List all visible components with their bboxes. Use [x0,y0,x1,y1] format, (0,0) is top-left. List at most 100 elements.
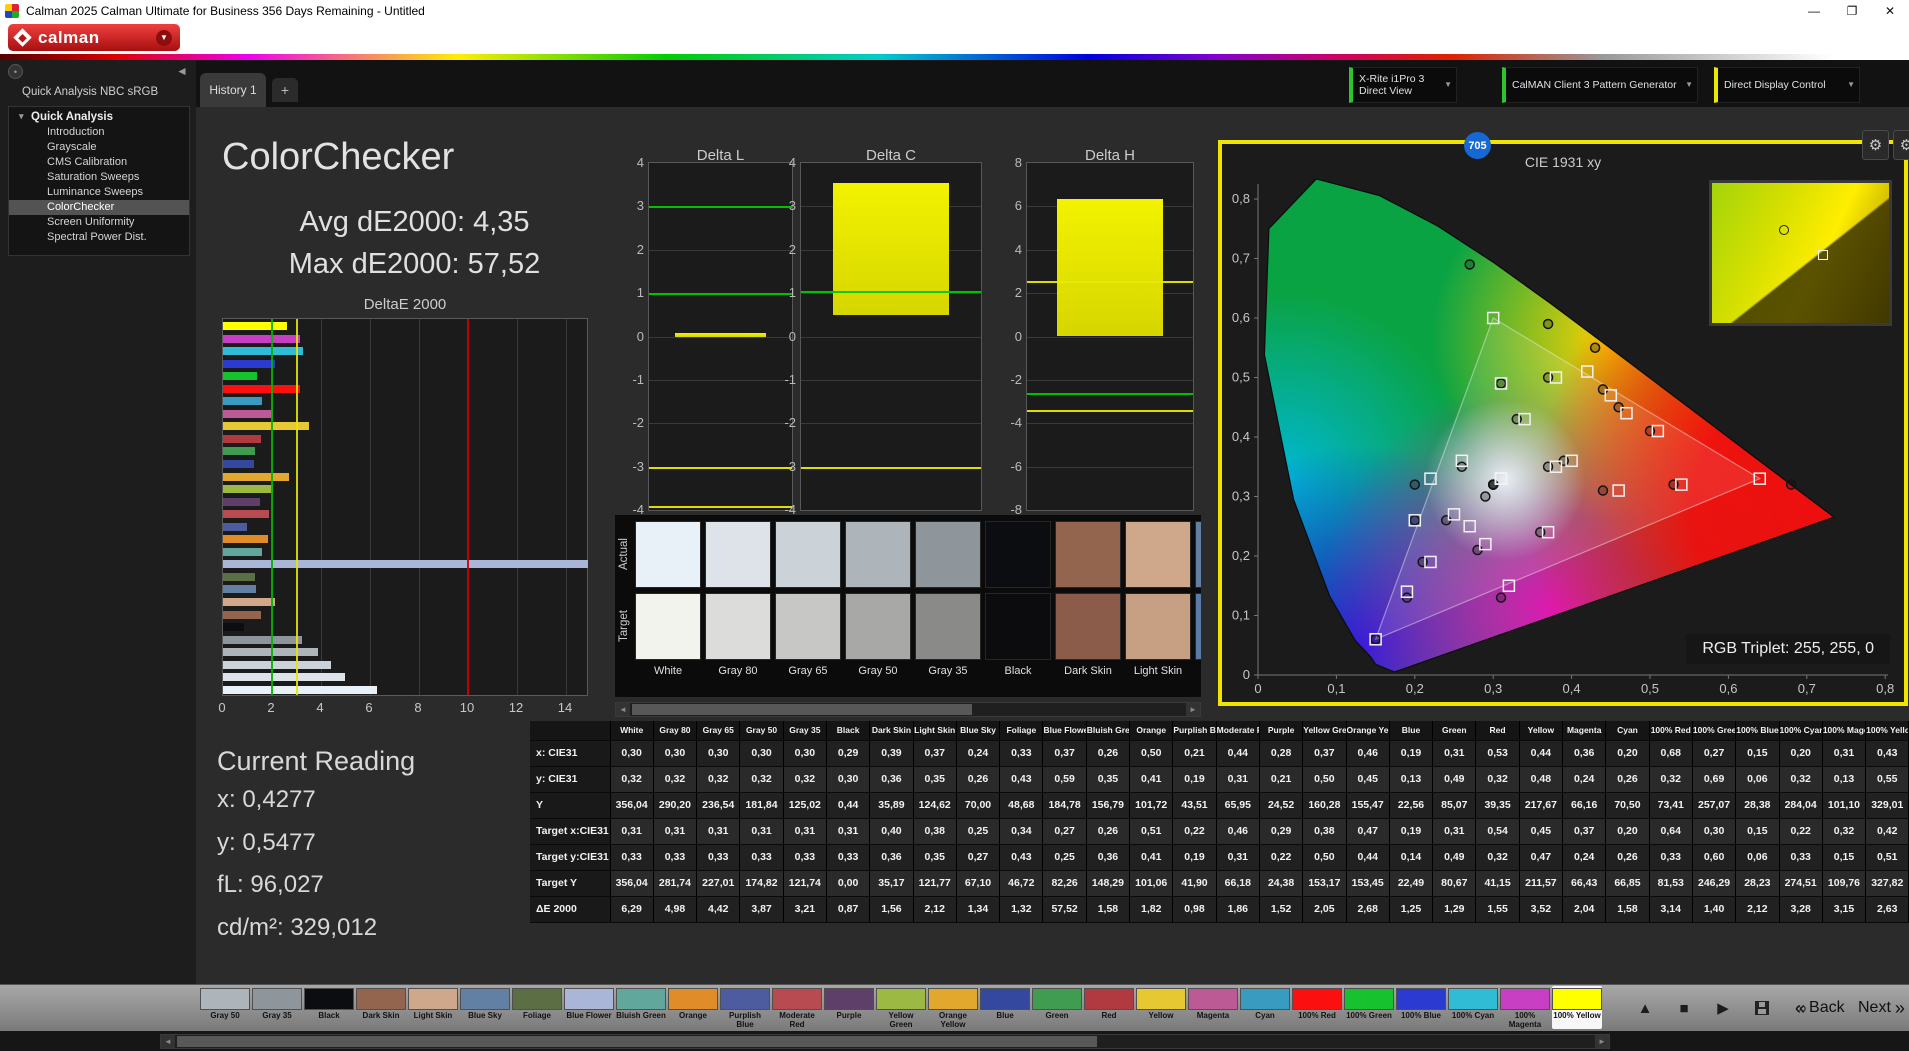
sidebar-collapse-icon[interactable]: ◄ [176,64,188,78]
sidebar-item-saturation-sweeps[interactable]: Saturation Sweeps [9,170,189,185]
minimize-button[interactable]: — [1795,0,1833,22]
table-cell: 0,44 [1519,740,1562,766]
pattern-scrollbar[interactable]: ◄ ► [160,1034,1610,1049]
sidebar-item-luminance-sweeps[interactable]: Luminance Sweeps [9,185,189,200]
maximize-button[interactable]: ❐ [1833,0,1871,22]
workflow-tree: ▾ Quick Analysis IntroductionGrayscaleCM… [8,106,190,256]
swatch-scrollbar[interactable]: ◄ ► [615,702,1201,717]
sidebar-item-screen-uniformity[interactable]: Screen Uniformity [9,215,189,230]
pattern-cyan[interactable]: Cyan [1240,986,1290,1029]
pattern-dark-skin[interactable]: Dark Skin [356,986,406,1029]
chevron-down-icon[interactable]: ▼ [156,30,172,46]
back-button[interactable]: « Back [1795,993,1845,1023]
column-header-magenta: Magenta [1563,721,1606,740]
table-cell: 3,14 [1649,896,1692,922]
pattern-label: Gray 35 [252,1012,302,1029]
pattern-purplish-blue[interactable]: Purplish Blue [720,986,770,1029]
settings-gear-button[interactable]: ⚙ [1862,130,1889,160]
scroll-left-icon[interactable]: ◄ [161,1035,175,1048]
pattern-blue-sky[interactable]: Blue Sky [460,986,510,1029]
sidebar-item-spectral-power-dist-[interactable]: Spectral Power Dist. [9,230,189,245]
stop-button[interactable]: ■ [1669,993,1699,1023]
sidebar-item-introduction[interactable]: Introduction [9,125,189,140]
pattern-yellow-green[interactable]: Yellow Green [876,986,926,1029]
pattern-swatch [200,988,250,1010]
table-cell: 0,35 [1086,766,1129,792]
close-button[interactable]: ✕ [1871,0,1909,22]
delta-c-chart: Delta C 43210-1-2-3-4 [776,147,982,519]
pattern-swatch [824,988,874,1010]
pattern-blue-flower[interactable]: Blue Flower [564,986,614,1029]
save-button[interactable] [1747,993,1777,1023]
green-ref-line [1027,393,1193,395]
pattern-purple[interactable]: Purple [824,986,874,1029]
pattern-100-yellow[interactable]: 100% Yellow [1552,986,1602,1029]
pattern-swatch [564,988,614,1010]
target-swatch-gray-80 [705,593,771,660]
sidebar-item-cms-calibration[interactable]: CMS Calibration [9,155,189,170]
pattern-gray-50[interactable]: Gray 50 [200,986,250,1029]
axis-tick-label: 0,5 [1641,681,1659,696]
pattern-orange-yellow[interactable]: Orange Yellow [928,986,978,1029]
pattern-red[interactable]: Red [1084,986,1134,1029]
calman-menu-button[interactable]: calman ▼ [8,24,180,51]
table-cell: 0,30 [826,766,869,792]
add-tab-button[interactable]: + [272,78,298,102]
pattern-100-blue[interactable]: 100% Blue [1396,986,1446,1029]
pattern-100-cyan[interactable]: 100% Cyan [1448,986,1498,1029]
pattern-light-skin[interactable]: Light Skin [408,986,458,1029]
deltae-bar-dark-skin [223,611,261,619]
table-cell: 73,41 [1649,792,1692,818]
meter-status-badge[interactable]: 705 [1464,132,1491,159]
tab-history-1[interactable]: History 1 [200,73,266,107]
next-button[interactable]: Next » [1858,993,1905,1023]
table-cell: 46,72 [1000,870,1043,896]
pattern-foliage[interactable]: Foliage [512,986,562,1029]
deltae-bar-black [223,623,244,631]
table-cell: 70,50 [1606,792,1649,818]
eject-button[interactable]: ▲ [1630,993,1660,1023]
sidebar-menu-button[interactable]: • [8,64,23,79]
scroll-right-icon[interactable]: ► [1186,703,1200,716]
table-cell: 156,79 [1086,792,1129,818]
table-cell: 0,31 [1216,766,1259,792]
axis-tick-label: 0,8 [1876,681,1894,696]
pattern-100-red[interactable]: 100% Red [1292,986,1342,1029]
delta-bar [1057,199,1163,337]
display-control-selector[interactable]: Direct Display Control ▼ [1714,67,1860,103]
pattern-swatch [876,988,926,1010]
tree-root-quick-analysis[interactable]: ▾ Quick Analysis [9,107,189,125]
play-button[interactable]: ▶ [1708,993,1738,1023]
pattern-generator-selector[interactable]: CalMAN Client 3 Pattern Generator ▼ [1502,67,1698,103]
current-reading-cdm2: cd/m²: 329,012 [217,914,377,942]
pattern-gray-35[interactable]: Gray 35 [252,986,302,1029]
cie-actual-point [1591,343,1600,352]
pattern-magenta[interactable]: Magenta [1188,986,1238,1029]
pattern-100-magenta[interactable]: 100% Magenta [1500,986,1550,1029]
pattern-blue[interactable]: Blue [980,986,1030,1029]
table-cell: 0,64 [1649,818,1692,844]
scroll-left-icon[interactable]: ◄ [616,703,630,716]
scroll-right-icon[interactable]: ► [1595,1035,1609,1048]
axis-tick-label: -1 [776,372,796,387]
scrollbar-thumb[interactable] [632,704,972,715]
target-swatch-black [985,593,1051,660]
axis-tick-label: 2 [624,242,644,257]
table-cell: 0,38 [1303,818,1346,844]
pattern-moderate-red[interactable]: Moderate Red [772,986,822,1029]
sidebar-item-grayscale[interactable]: Grayscale [9,140,189,155]
meter-selector[interactable]: X-Rite i1Pro 3 Direct View ▼ [1349,67,1457,103]
sidebar-item-colorchecker[interactable]: ColorChecker [9,200,189,215]
pattern-green[interactable]: Green [1032,986,1082,1029]
pattern-black[interactable]: Black [304,986,354,1029]
table-cell: 1,56 [870,896,913,922]
pattern-100-green[interactable]: 100% Green [1344,986,1394,1029]
table-cell: 0,27 [956,844,999,870]
table-cell: 0,36 [1086,844,1129,870]
pattern-yellow[interactable]: Yellow [1136,986,1186,1029]
workflow-settings-button[interactable]: ⚙ [1893,130,1909,160]
pattern-orange[interactable]: Orange [668,986,718,1029]
pattern-bluish-green[interactable]: Bluish Green [616,986,666,1029]
scrollbar-thumb[interactable] [177,1036,1097,1047]
pattern-label: Foliage [512,1012,562,1029]
